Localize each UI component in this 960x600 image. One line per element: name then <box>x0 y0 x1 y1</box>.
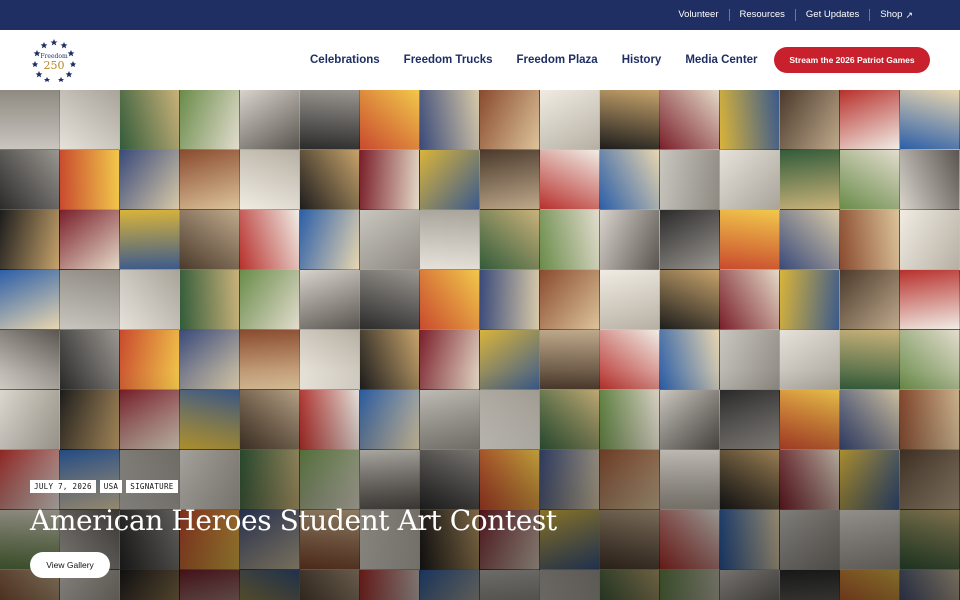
country-tag: USA <box>99 480 123 493</box>
signature-tag: SIGNATURE <box>126 480 178 493</box>
hero-tags: JULY 7, 2026 USA SIGNATURE <box>30 480 178 493</box>
volunteer-link[interactable]: Volunteer <box>668 9 728 21</box>
nav-media-center[interactable]: Media Center <box>685 54 757 66</box>
hero-title: American Heroes Student Art Contest <box>30 504 557 537</box>
date-tag: JULY 7, 2026 <box>30 480 96 493</box>
get-updates-link[interactable]: Get Updates <box>794 9 869 21</box>
main-nav: Freedom 250 Celebrations Freedom Trucks … <box>0 30 960 90</box>
nav-celebrations[interactable]: Celebrations <box>310 54 380 66</box>
utility-bar: Volunteer Resources Get Updates Shop ↗ <box>0 0 960 30</box>
nav-freedom-trucks[interactable]: Freedom Trucks <box>404 54 493 66</box>
view-gallery-button[interactable]: View Gallery <box>30 552 110 578</box>
shop-label: Shop <box>880 9 903 20</box>
shop-link[interactable]: Shop ↗ <box>869 9 923 21</box>
external-link-icon: ↗ <box>905 10 913 20</box>
stream-patriot-games-button[interactable]: Stream the 2026 Patriot Games <box>774 47 930 73</box>
hero-section: JULY 7, 2026 USA SIGNATURE American Hero… <box>0 90 960 600</box>
resources-link[interactable]: Resources <box>728 9 795 21</box>
freedom-250-logo[interactable]: Freedom 250 <box>32 38 76 82</box>
nav-history[interactable]: History <box>622 54 662 66</box>
nav-freedom-plaza[interactable]: Freedom Plaza <box>517 54 598 66</box>
logo-line2: 250 <box>44 59 65 72</box>
